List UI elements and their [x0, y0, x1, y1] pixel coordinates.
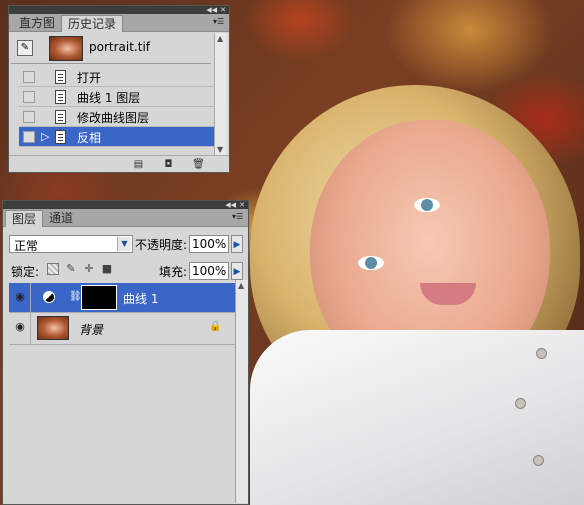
photo-shirt: [250, 330, 584, 505]
layer-name: 曲线 1: [123, 292, 159, 306]
opacity-input[interactable]: 100%: [189, 235, 229, 253]
photo-shirt-button: [536, 348, 547, 359]
tab-history[interactable]: 历史记录: [61, 15, 124, 32]
lock-position-move-icon[interactable]: ✛: [83, 263, 95, 275]
opacity-label: 不透明度:: [135, 238, 188, 252]
current-state-arrow-icon: ▷: [41, 130, 50, 143]
link-chain-icon: ⛓: [69, 291, 82, 302]
tab-layers[interactable]: 图层: [5, 210, 44, 227]
opacity-slider-arrow-icon[interactable]: ▶: [231, 235, 243, 253]
history-panel: ◀◀ ✕ 直方图 历史记录 ▾☰ ✎ portrait.tif 打开 曲线 1 …: [8, 5, 230, 173]
layer-name: 背景: [79, 323, 104, 337]
history-step-icon: [55, 110, 66, 124]
chevron-down-icon[interactable]: ▼: [117, 237, 131, 251]
history-step[interactable]: 曲线 1 图层: [19, 87, 219, 107]
trash-icon[interactable]: 🗑: [192, 159, 205, 170]
fill-value: 100%: [192, 264, 227, 278]
layer-mask-thumbnail[interactable]: [81, 285, 117, 310]
photo-shirt-button: [533, 455, 544, 466]
collapse-icon[interactable]: ◀◀: [225, 201, 236, 209]
history-step-icon: [55, 130, 66, 144]
history-source-checkbox[interactable]: [23, 111, 35, 123]
eye-icon[interactable]: ◉: [13, 291, 27, 302]
blend-mode-select[interactable]: 正常 ▼: [9, 235, 133, 253]
tab-channels[interactable]: 通道: [43, 210, 79, 226]
history-source-checkbox[interactable]: [23, 71, 35, 83]
layers-panel-tabs: 图层 通道 ▾☰: [3, 209, 248, 227]
photo-eye-left: [358, 256, 384, 270]
opacity-value: 100%: [192, 237, 227, 251]
layers-panel: ◀◀ ✕ 图层 通道 ▾☰ 正常 ▼ 不透明度: 100% ▶ 锁定: ✎ ✛ …: [2, 200, 249, 505]
history-source-checkbox[interactable]: [23, 91, 35, 103]
close-icon[interactable]: ✕: [239, 201, 245, 209]
layer-thumbnail[interactable]: [37, 316, 69, 340]
panel-menu-icon[interactable]: ▾☰: [232, 213, 244, 221]
fill-slider-arrow-icon[interactable]: ▶: [231, 262, 243, 280]
blend-mode-value: 正常: [14, 239, 39, 253]
layer-row-curves[interactable]: ◉ ⛓ 曲线 1: [9, 283, 235, 313]
lock-all-icon[interactable]: ■: [101, 263, 113, 275]
layer-row-background[interactable]: ◉ 背景 🔒: [9, 313, 235, 345]
history-step-icon: [55, 90, 66, 104]
lock-pixels-brush-icon[interactable]: ✎: [65, 263, 77, 275]
fill-label: 填充:: [159, 265, 188, 279]
history-scrollbar[interactable]: ▲ ▼: [214, 33, 227, 155]
history-step-selected[interactable]: ▷ 反相: [19, 127, 219, 147]
layers-list: ◉ ⛓ 曲线 1 ◉ 背景 🔒: [3, 283, 248, 504]
photo-eye-right: [414, 198, 440, 212]
scroll-down-icon[interactable]: ▼: [217, 145, 223, 154]
history-snapshot-row[interactable]: ✎ portrait.tif: [11, 33, 211, 64]
history-step[interactable]: 打开: [19, 67, 219, 87]
layers-panel-titlebar[interactable]: ◀◀ ✕: [3, 201, 248, 209]
new-document-icon[interactable]: ▤: [132, 159, 145, 170]
snapshot-label: portrait.tif: [89, 40, 151, 54]
history-panel-titlebar[interactable]: ◀◀ ✕: [9, 6, 229, 14]
scroll-up-icon[interactable]: ▲: [238, 281, 244, 290]
history-step-label: 曲线 1 图层: [77, 91, 141, 105]
history-step[interactable]: 修改曲线图层: [19, 107, 219, 127]
scroll-up-icon[interactable]: ▲: [217, 34, 223, 43]
visibility-toggle[interactable]: ◉: [9, 313, 31, 345]
collapse-icon[interactable]: ◀◀: [206, 6, 217, 14]
snapshot-thumbnail: [49, 36, 83, 61]
lock-label: 锁定:: [11, 265, 40, 279]
history-step-label: 反相: [77, 131, 102, 145]
lock-icon: 🔒: [209, 321, 222, 332]
history-step-label: 修改曲线图层: [77, 111, 150, 125]
brush-source-icon[interactable]: ✎: [17, 40, 33, 56]
history-panel-tabs: 直方图 历史记录 ▾☰: [9, 14, 229, 32]
close-icon[interactable]: ✕: [220, 6, 226, 14]
visibility-toggle[interactable]: ◉: [9, 283, 31, 313]
photo-shirt-button: [515, 398, 526, 409]
camera-icon[interactable]: ◘: [162, 159, 175, 170]
layers-scrollbar[interactable]: ▲: [235, 280, 248, 503]
history-source-checkbox[interactable]: [23, 131, 35, 143]
lock-transparency-icon[interactable]: [47, 263, 59, 275]
history-step-label: 打开: [77, 71, 102, 85]
panel-menu-icon[interactable]: ▾☰: [213, 18, 225, 26]
history-footer: ▤ ◘ 🗑: [9, 155, 229, 173]
eye-icon[interactable]: ◉: [13, 321, 27, 332]
history-step-icon: [55, 70, 66, 84]
fill-input[interactable]: 100%: [189, 262, 229, 280]
tab-histogram[interactable]: 直方图: [13, 15, 61, 31]
adjustment-layer-icon: [43, 291, 55, 303]
